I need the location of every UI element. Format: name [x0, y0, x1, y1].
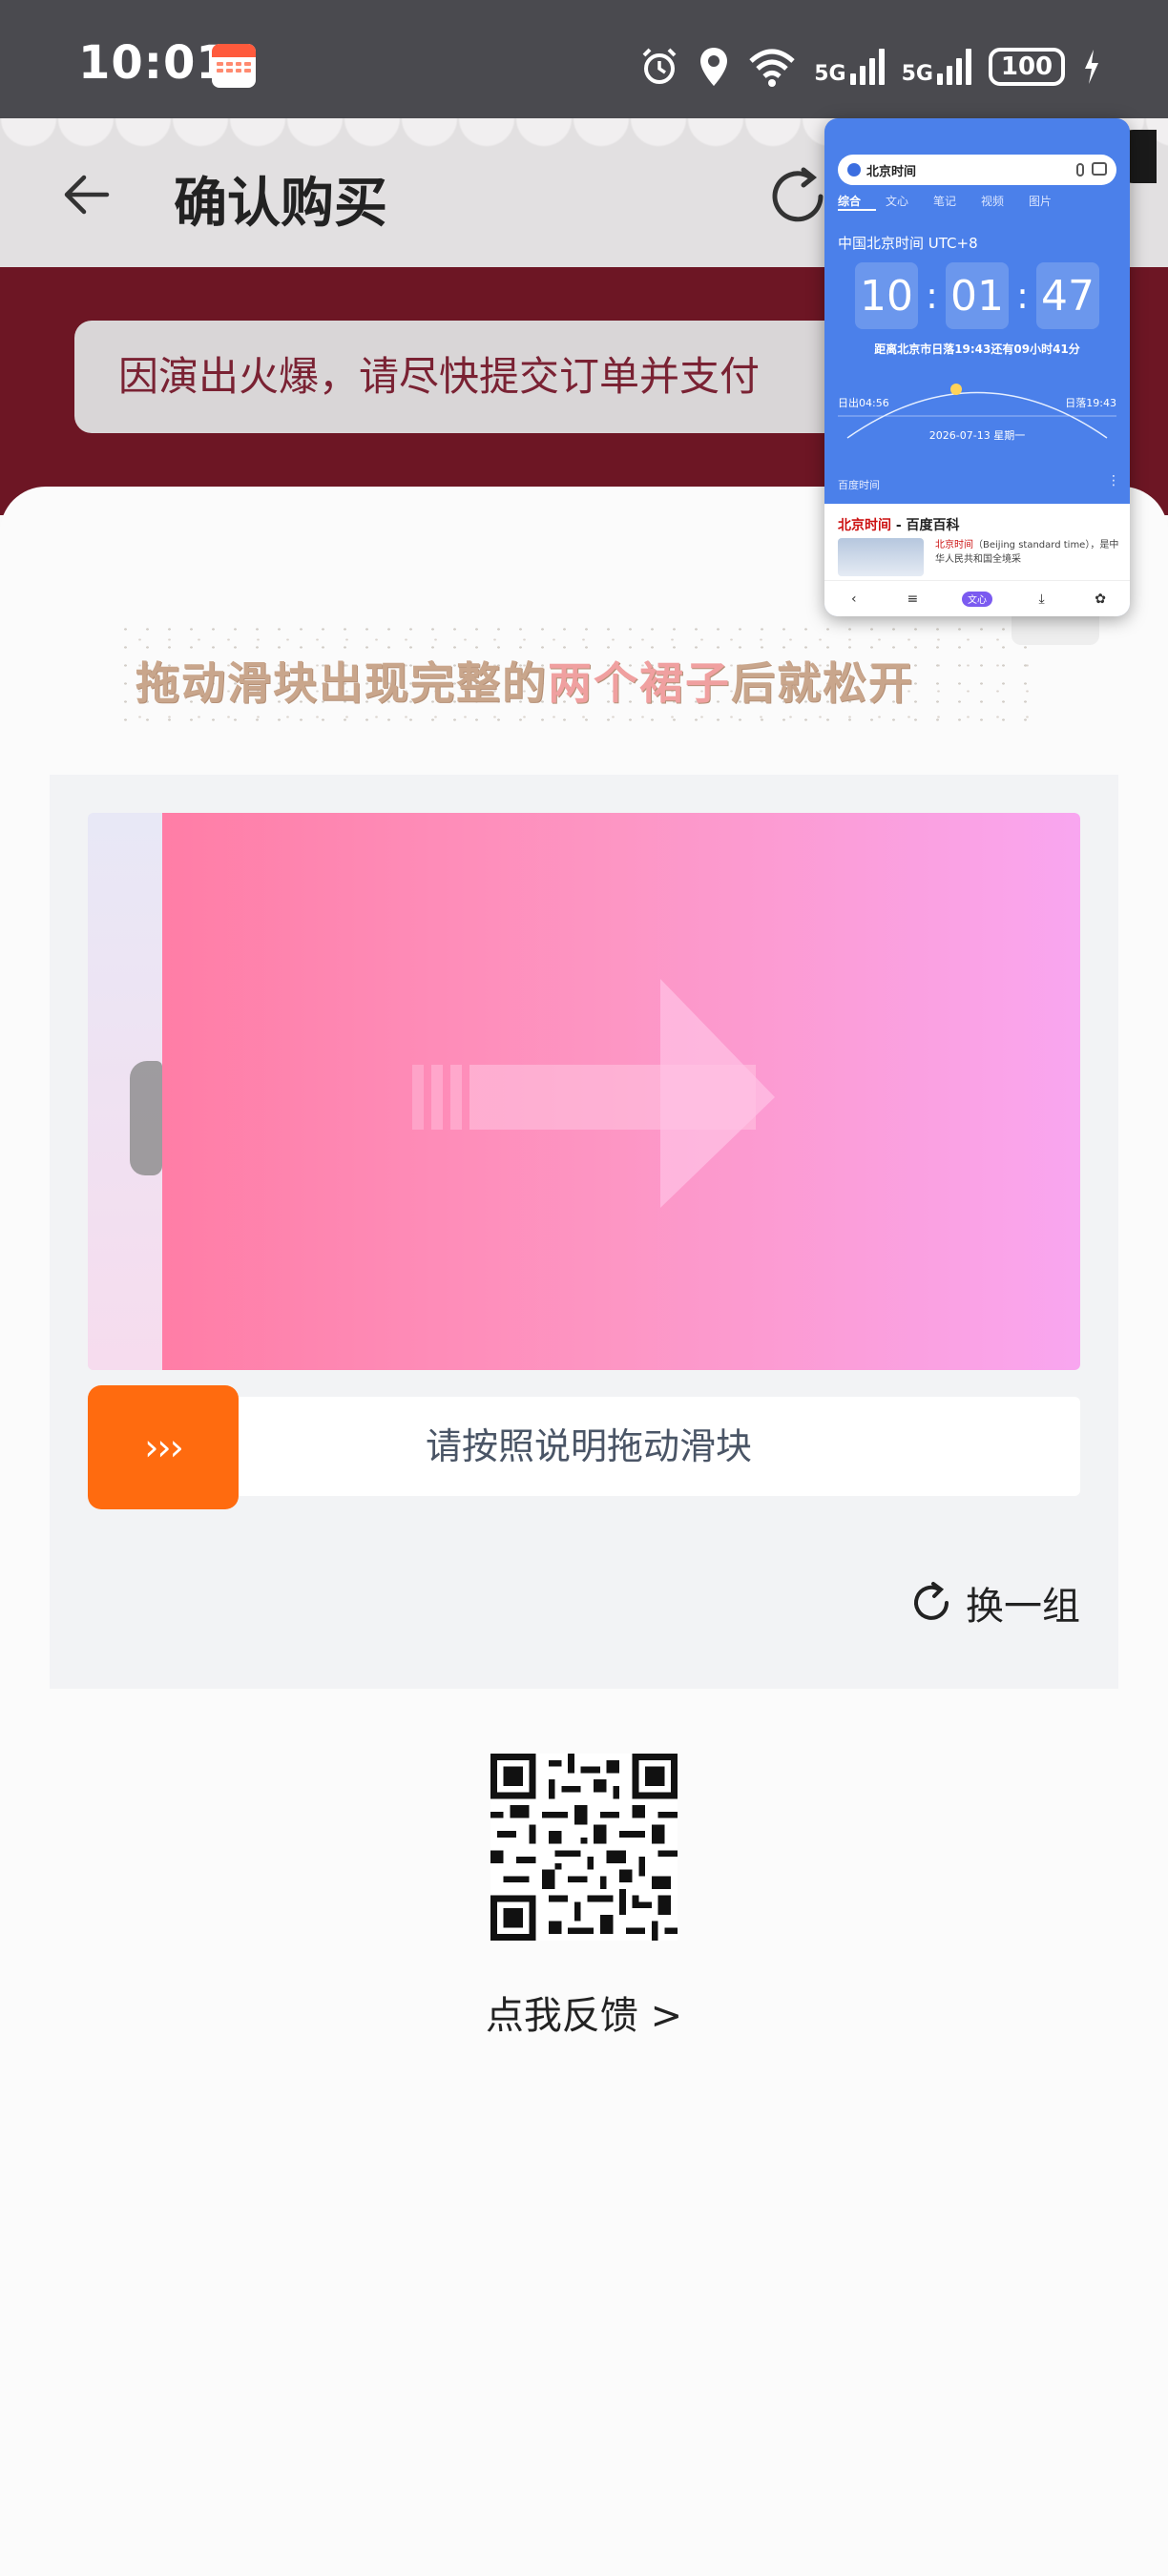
clock-minutes: 01 — [946, 262, 1009, 329]
network-type-1: 5G — [814, 62, 846, 86]
snippet-keyword: 北京时间 — [935, 540, 973, 551]
puzzle-slide-overlay — [162, 813, 1080, 1370]
feedback-link[interactable]: 点我反馈 > — [0, 1984, 1168, 2040]
tab-notes[interactable]: 笔记 — [933, 193, 981, 211]
floating-search-query: 北京时间 — [866, 164, 917, 179]
alarm-icon — [642, 48, 677, 84]
microphone-icon[interactable] — [1076, 163, 1084, 177]
captcha-puzzle-image — [88, 813, 1080, 1370]
slider-handle[interactable]: ››› — [88, 1385, 239, 1509]
sunset-countdown: 距离北京市日落19:43还有09小时41分 — [874, 343, 1080, 356]
current-date: 2026-07-13 星期一 — [928, 429, 1026, 442]
result-snippet: 北京时间（Beijing standard time），是中华人民共和国全境采 — [935, 538, 1122, 572]
result-title-rest: - 百度百科 — [891, 518, 960, 533]
captcha-instruction: 拖动滑块出现完整的两个裙子后就松开 — [136, 649, 914, 712]
result-title[interactable]: 北京时间 - 百度百科 — [838, 515, 960, 534]
nav-menu-icon[interactable]: ≡ — [903, 592, 922, 607]
tab-video[interactable]: 视频 — [981, 193, 1029, 211]
sunset-time: 日落19:43 — [1065, 397, 1116, 409]
baidu-paw-icon — [847, 163, 861, 177]
result-card[interactable]: 北京时间 - 百度百科 北京时间（Beijing standard time），… — [824, 504, 1130, 616]
tab-all[interactable]: 综合 — [838, 193, 876, 211]
floating-nav-bar: ‹ ≡ 文心 ⤓ ✿ — [824, 580, 1130, 616]
tab-images[interactable]: 图片 — [1029, 193, 1076, 211]
page-title: 确认购买 — [174, 173, 387, 235]
swap-captcha-button[interactable]: 换一组 — [908, 1574, 1080, 1631]
swap-label: 换一组 — [966, 1585, 1080, 1629]
puzzle-background — [88, 813, 162, 1370]
instruction-highlight: 两个裙子 — [548, 657, 731, 709]
refresh-icon — [914, 1582, 949, 1620]
floating-window[interactable]: 北京时间 综合 文心 笔记 视频 图片 中国北京时间 UTC+8 10 : 01… — [824, 118, 1130, 616]
right-arrow-icon — [412, 979, 775, 1208]
battery-level: 100 — [1000, 52, 1053, 81]
instruction-part1: 拖动滑块出现完整的 — [136, 657, 548, 709]
puzzle-figure — [130, 1061, 162, 1175]
result-thumbnail — [838, 538, 924, 576]
back-arrow-icon[interactable] — [59, 168, 113, 221]
charging-icon — [1085, 50, 1098, 84]
status-bar: 10:01 5G 5G 100 — [0, 0, 1168, 118]
status-icons: 5G 5G 100 — [638, 42, 1101, 92]
digital-clock: 10 : 01 : 47 — [855, 261, 1099, 330]
sunrise-time: 日出04:56 — [838, 397, 889, 409]
cellular-signal-2: 5G — [902, 49, 971, 85]
feedback-qr-code — [490, 1754, 678, 1941]
battery-indicator: 100 — [989, 48, 1065, 86]
network-type-2: 5G — [901, 62, 933, 86]
clock-colon: : — [1016, 275, 1029, 317]
camera-icon[interactable] — [1092, 162, 1107, 176]
more-icon[interactable]: ⋮ — [1107, 473, 1120, 488]
captcha-panel: 请按照说明拖动滑块 ››› 换一组 — [50, 775, 1118, 1689]
nav-back-icon[interactable]: ‹ — [845, 592, 864, 607]
clock-colon: : — [926, 275, 938, 317]
clock-hours: 10 — [855, 262, 918, 329]
cellular-signal-1: 5G — [814, 49, 885, 86]
result-title-keyword: 北京时间 — [838, 518, 891, 533]
floating-tabs: 综合 文心 笔记 视频 图片 — [838, 193, 1124, 211]
triple-chevron-icon: ››› — [144, 1426, 184, 1468]
floating-search-bar[interactable]: 北京时间 — [838, 155, 1116, 185]
clock-title: 中国北京时间 UTC+8 — [838, 235, 978, 252]
captcha-sheet: 拖动滑块出现完整的两个裙子后就松开 请按照说明拖动滑块 ››› 换一组 点我反馈… — [0, 487, 1168, 2576]
calendar-icon — [212, 44, 256, 88]
wifi-icon — [749, 49, 795, 87]
tab-wenxin[interactable]: 文心 — [886, 193, 933, 211]
notice-banner: 因演出火爆，请尽快提交订单并支付 — [74, 321, 914, 433]
refresh-icon[interactable] — [763, 162, 832, 231]
section-label: 百度时间 — [838, 479, 880, 491]
nav-download-icon[interactable]: ⤓ — [1032, 592, 1052, 607]
nav-paw-icon[interactable]: ✿ — [1091, 592, 1110, 607]
nav-wenxin-button[interactable]: 文心 — [961, 591, 992, 607]
location-icon — [700, 48, 728, 86]
status-time: 10:01 — [78, 36, 229, 90]
instruction-part2: 后就松开 — [731, 657, 914, 709]
clock-seconds: 47 — [1036, 262, 1099, 329]
